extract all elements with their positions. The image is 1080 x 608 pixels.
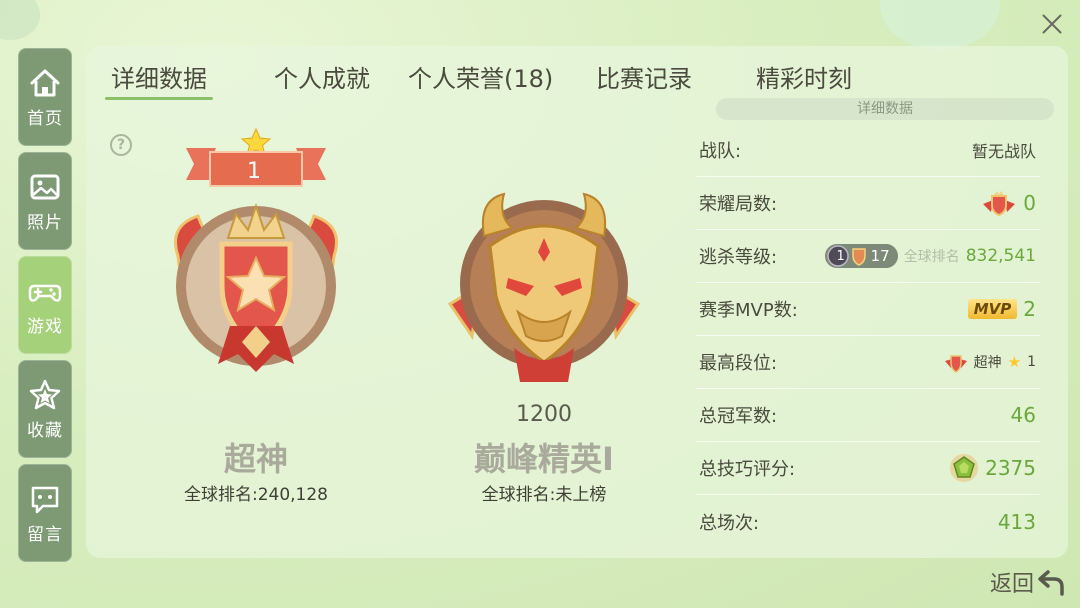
sidebar-item-home[interactable]: 首页 [18,48,72,146]
back-arrow-icon [1038,570,1064,596]
highest-rank-stars: 1 [1027,354,1036,370]
glory-badge-icon [983,191,1016,216]
stat-value: 46 [1010,403,1036,427]
stat-label: 最高段位: [699,353,778,374]
background-blob [880,0,1000,50]
gamepad-icon [28,284,62,302]
stat-label: 荣耀局数: [699,194,778,215]
escape-rank-value: 832,541 [965,246,1036,266]
stat-row-championships: 总冠军数: 46 [696,389,1040,442]
stat-value: 413 [997,509,1036,534]
tab-highlights[interactable]: 精彩时刻 [756,59,852,94]
sub-tab-bar[interactable]: 详细数据 [716,98,1054,120]
stat-row-skill-score: 总技巧评分: 2375 [696,442,1040,495]
stat-label: 战队: [699,141,742,162]
stat-row-mvp: 赛季MVP数: MVP 2 [696,283,1040,336]
help-icon[interactable]: ? [110,134,132,156]
rank-name-left: 超神 [223,440,288,478]
stat-row-escape-level: 逃杀等级: 1 17 全球排名 832,541 [696,230,1040,283]
tab-match-records[interactable]: 比赛记录 [596,59,692,94]
stat-label: 总场次: [699,512,760,534]
sidebar-item-label: 游戏 [27,316,63,337]
highest-rank-name: 超神 [973,355,1002,371]
sword-shield-icon [851,248,866,266]
star-icon [29,379,61,409]
stat-row-highest-rank: 最高段位: 超神 ★ 1 [696,336,1040,389]
sidebar-item-label: 留言 [27,524,63,545]
sidebar-item-favorites[interactable]: 收藏 [18,360,72,458]
sidebar-item-label: 收藏 [27,420,63,441]
stat-value: 0 [1023,191,1036,215]
peak-elite-badge-icon [447,192,641,382]
back-button[interactable]: 返回 [990,566,1066,598]
sidebar-item-label: 照片 [27,212,63,233]
stat-label: 赛季MVP数: [699,300,798,321]
global-rank-label: 全球排名: [481,485,556,505]
stat-value: 暂无战队 [971,142,1036,161]
escape-level-badge: 1 17 [824,244,898,268]
global-rank-value: 未上榜 [555,485,607,505]
global-rank-value: 240,128 [257,485,329,505]
global-rank-left: 全球排名:240,128 [168,480,344,505]
tab-honors[interactable]: 个人荣誉(18) [408,59,553,94]
sidebar-item-photos[interactable]: 照片 [18,152,72,250]
rank-name-right: 巅峰精英Ⅰ [474,440,614,478]
highest-rank-icon [944,355,967,373]
global-rank-label: 全球排名: [183,485,258,505]
rank-star-icon: ★ [1007,353,1022,371]
stat-label: 逃杀等级: [699,247,778,268]
tab-detailed-data[interactable]: 详细数据 [105,59,213,100]
escape-badge-1: 1 [836,248,845,264]
rank-badge-supreme-icon: 1 [174,127,338,372]
skill-gem-icon [950,454,979,482]
rank-badge-number: 1 [247,159,261,184]
tab-bar: 详细数据 个人成就 个人荣誉(18) 比赛记录 精彩时刻 [86,46,1068,106]
global-rank-right: 全球排名:未上榜 [458,480,630,505]
background-blob [0,0,40,40]
close-button[interactable] [1036,8,1068,40]
detail-panel: 详细数据 个人成就 个人荣誉(18) 比赛记录 精彩时刻 详细数据 ? 1 超神… [86,46,1068,558]
home-icon [30,69,60,96]
mvp-tag: MVP [967,299,1018,319]
back-label: 返回 [990,572,1035,597]
sidebar-item-messages[interactable]: 留言 [18,464,72,562]
stat-value: 2375 [985,456,1036,480]
stat-row-team: 战队: 暂无战队 [696,124,1040,177]
sidebar-item-games[interactable]: 游戏 [18,256,72,354]
stat-row-total-matches: 总场次: 413 [696,495,1040,548]
tab-achievements[interactable]: 个人成就 [274,59,370,94]
stat-label: 总冠军数: [699,406,778,427]
rank-points: 1200 [516,402,572,427]
photo-icon [30,174,60,199]
sidebar-item-label: 首页 [27,108,63,129]
escape-badge-2: 17 [870,247,890,265]
message-icon [31,486,59,513]
stat-row-glory: 荣耀局数: 0 [696,177,1040,230]
stat-label: 总技巧评分: [699,459,796,480]
stat-value: 2 [1023,297,1036,321]
escape-rank-label: 全球排名 [903,249,960,265]
